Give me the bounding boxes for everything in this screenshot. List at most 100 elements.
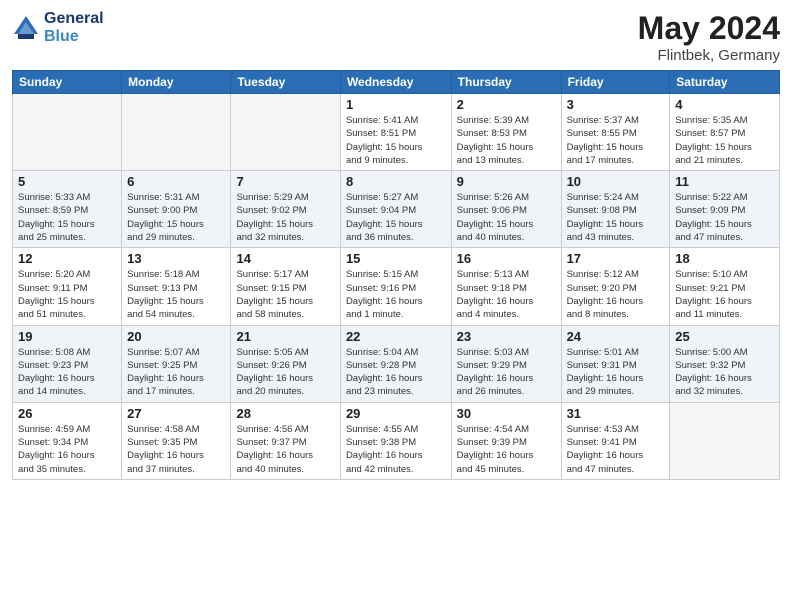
calendar-week-row: 1Sunrise: 5:41 AM Sunset: 8:51 PM Daylig… (13, 94, 780, 171)
calendar-day-cell: 31 Sunrise: 4:53 AM Sunset: 9:41 PM Dayli… (561, 402, 670, 479)
title-area: May 2024 Flintbek, Germany (638, 10, 780, 64)
day-number: 16 (457, 251, 556, 266)
day-info: Sunrise: 5:03 AM Sunset: 9:29 PM Dayligh… (457, 346, 556, 399)
day-info: Sunrise: 5:04 AM Sunset: 9:28 PM Dayligh… (346, 346, 446, 399)
calendar-header-tuesday: Tuesday (231, 71, 340, 94)
day-number: 4 (675, 97, 774, 112)
day-info: Sunrise: 5:10 AM Sunset: 9:21 PM Dayligh… (675, 268, 774, 321)
day-number: 25 (675, 329, 774, 344)
calendar-day-cell: 6 Sunrise: 5:31 AM Sunset: 9:00 PM Daylig… (122, 171, 231, 248)
day-number: 13 (127, 251, 225, 266)
calendar-day-cell (231, 94, 340, 171)
day-number: 9 (457, 174, 556, 189)
day-number: 11 (675, 174, 774, 189)
day-number: 19 (18, 329, 116, 344)
header: General Blue May 2024 Flintbek, Germany (12, 10, 780, 64)
day-info: Sunrise: 5:27 AM Sunset: 9:04 PM Dayligh… (346, 191, 446, 244)
calendar-day-cell: 19 Sunrise: 5:08 AM Sunset: 9:23 PM Dayli… (13, 325, 122, 402)
day-info: Sunrise: 5:07 AM Sunset: 9:25 PM Dayligh… (127, 346, 225, 399)
day-info: Sunrise: 5:31 AM Sunset: 9:00 PM Dayligh… (127, 191, 225, 244)
day-number: 12 (18, 251, 116, 266)
day-number: 29 (346, 406, 446, 421)
day-info: Sunrise: 5:17 AM Sunset: 9:15 PM Dayligh… (236, 268, 334, 321)
logo-blue: Blue (44, 28, 104, 46)
calendar-table: SundayMondayTuesdayWednesdayThursdayFrid… (12, 70, 780, 480)
day-number: 2 (457, 97, 556, 112)
day-info: Sunrise: 5:15 AM Sunset: 9:16 PM Dayligh… (346, 268, 446, 321)
calendar-week-row: 5 Sunrise: 5:33 AM Sunset: 8:59 PM Daylig… (13, 171, 780, 248)
day-number: 28 (236, 406, 334, 421)
day-info: Sunrise: 5:33 AM Sunset: 8:59 PM Dayligh… (18, 191, 116, 244)
calendar-day-cell: 16 Sunrise: 5:13 AM Sunset: 9:18 PM Dayli… (451, 248, 561, 325)
calendar-day-cell: 11Sunrise: 5:22 AM Sunset: 9:09 PM Dayli… (670, 171, 780, 248)
calendar-day-cell: 27 Sunrise: 4:58 AM Sunset: 9:35 PM Dayli… (122, 402, 231, 479)
calendar-header-friday: Friday (561, 71, 670, 94)
day-number: 7 (236, 174, 334, 189)
calendar-day-cell: 30 Sunrise: 4:54 AM Sunset: 9:39 PM Dayli… (451, 402, 561, 479)
calendar-week-row: 12 Sunrise: 5:20 AM Sunset: 9:11 PM Dayli… (13, 248, 780, 325)
day-info: Sunrise: 5:26 AM Sunset: 9:06 PM Dayligh… (457, 191, 556, 244)
day-info: Sunrise: 4:53 AM Sunset: 9:41 PM Dayligh… (567, 423, 665, 476)
calendar-day-cell: 23 Sunrise: 5:03 AM Sunset: 9:29 PM Dayli… (451, 325, 561, 402)
day-number: 14 (236, 251, 334, 266)
day-number: 3 (567, 97, 665, 112)
day-info: Sunrise: 5:18 AM Sunset: 9:13 PM Dayligh… (127, 268, 225, 321)
calendar-week-row: 19 Sunrise: 5:08 AM Sunset: 9:23 PM Dayli… (13, 325, 780, 402)
calendar-day-cell: 17 Sunrise: 5:12 AM Sunset: 9:20 PM Dayli… (561, 248, 670, 325)
day-number: 17 (567, 251, 665, 266)
calendar-day-cell: 15 Sunrise: 5:15 AM Sunset: 9:16 PM Dayli… (340, 248, 451, 325)
logo-icon (12, 14, 40, 42)
calendar-header-sunday: Sunday (13, 71, 122, 94)
day-number: 31 (567, 406, 665, 421)
calendar-day-cell: 7 Sunrise: 5:29 AM Sunset: 9:02 PM Daylig… (231, 171, 340, 248)
day-number: 22 (346, 329, 446, 344)
calendar-header-row: SundayMondayTuesdayWednesdayThursdayFrid… (13, 71, 780, 94)
day-info: Sunrise: 5:00 AM Sunset: 9:32 PM Dayligh… (675, 346, 774, 399)
day-info: Sunrise: 4:54 AM Sunset: 9:39 PM Dayligh… (457, 423, 556, 476)
calendar-day-cell: 14 Sunrise: 5:17 AM Sunset: 9:15 PM Dayli… (231, 248, 340, 325)
day-info: Sunrise: 5:05 AM Sunset: 9:26 PM Dayligh… (236, 346, 334, 399)
day-info: Sunrise: 5:29 AM Sunset: 9:02 PM Dayligh… (236, 191, 334, 244)
day-number: 5 (18, 174, 116, 189)
day-info: Sunrise: 5:01 AM Sunset: 9:31 PM Dayligh… (567, 346, 665, 399)
day-info: Sunrise: 5:24 AM Sunset: 9:08 PM Dayligh… (567, 191, 665, 244)
day-number: 27 (127, 406, 225, 421)
calendar-day-cell (13, 94, 122, 171)
calendar-day-cell: 2Sunrise: 5:39 AM Sunset: 8:53 PM Daylig… (451, 94, 561, 171)
day-info: Sunrise: 5:20 AM Sunset: 9:11 PM Dayligh… (18, 268, 116, 321)
day-number: 15 (346, 251, 446, 266)
day-info: Sunrise: 5:08 AM Sunset: 9:23 PM Dayligh… (18, 346, 116, 399)
calendar-day-cell: 10 Sunrise: 5:24 AM Sunset: 9:08 PM Dayli… (561, 171, 670, 248)
calendar-day-cell: 3 Sunrise: 5:37 AM Sunset: 8:55 PM Daylig… (561, 94, 670, 171)
day-number: 6 (127, 174, 225, 189)
day-number: 20 (127, 329, 225, 344)
calendar-day-cell: 21Sunrise: 5:05 AM Sunset: 9:26 PM Dayli… (231, 325, 340, 402)
calendar-day-cell: 9 Sunrise: 5:26 AM Sunset: 9:06 PM Daylig… (451, 171, 561, 248)
day-info: Sunrise: 4:55 AM Sunset: 9:38 PM Dayligh… (346, 423, 446, 476)
calendar-header-wednesday: Wednesday (340, 71, 451, 94)
logo-general: General (44, 10, 104, 28)
calendar-day-cell: 28 Sunrise: 4:56 AM Sunset: 9:37 PM Dayli… (231, 402, 340, 479)
calendar-week-row: 26Sunrise: 4:59 AM Sunset: 9:34 PM Dayli… (13, 402, 780, 479)
day-info: Sunrise: 5:13 AM Sunset: 9:18 PM Dayligh… (457, 268, 556, 321)
day-info: Sunrise: 4:58 AM Sunset: 9:35 PM Dayligh… (127, 423, 225, 476)
day-number: 30 (457, 406, 556, 421)
calendar-day-cell: 12 Sunrise: 5:20 AM Sunset: 9:11 PM Dayli… (13, 248, 122, 325)
calendar-day-cell (670, 402, 780, 479)
calendar-day-cell: 5 Sunrise: 5:33 AM Sunset: 8:59 PM Daylig… (13, 171, 122, 248)
calendar-day-cell: 25 Sunrise: 5:00 AM Sunset: 9:32 PM Dayli… (670, 325, 780, 402)
day-info: Sunrise: 4:56 AM Sunset: 9:37 PM Dayligh… (236, 423, 334, 476)
day-number: 10 (567, 174, 665, 189)
day-info: Sunrise: 5:37 AM Sunset: 8:55 PM Dayligh… (567, 114, 665, 167)
calendar-day-cell: 26Sunrise: 4:59 AM Sunset: 9:34 PM Dayli… (13, 402, 122, 479)
calendar-day-cell: 22 Sunrise: 5:04 AM Sunset: 9:28 PM Dayli… (340, 325, 451, 402)
day-number: 23 (457, 329, 556, 344)
day-number: 8 (346, 174, 446, 189)
logo-area: General Blue (12, 10, 104, 46)
calendar-header-saturday: Saturday (670, 71, 780, 94)
month-title: May 2024 (638, 10, 780, 47)
calendar-day-cell: 1Sunrise: 5:41 AM Sunset: 8:51 PM Daylig… (340, 94, 451, 171)
calendar-day-cell: 8 Sunrise: 5:27 AM Sunset: 9:04 PM Daylig… (340, 171, 451, 248)
calendar-header-monday: Monday (122, 71, 231, 94)
day-info: Sunrise: 5:12 AM Sunset: 9:20 PM Dayligh… (567, 268, 665, 321)
